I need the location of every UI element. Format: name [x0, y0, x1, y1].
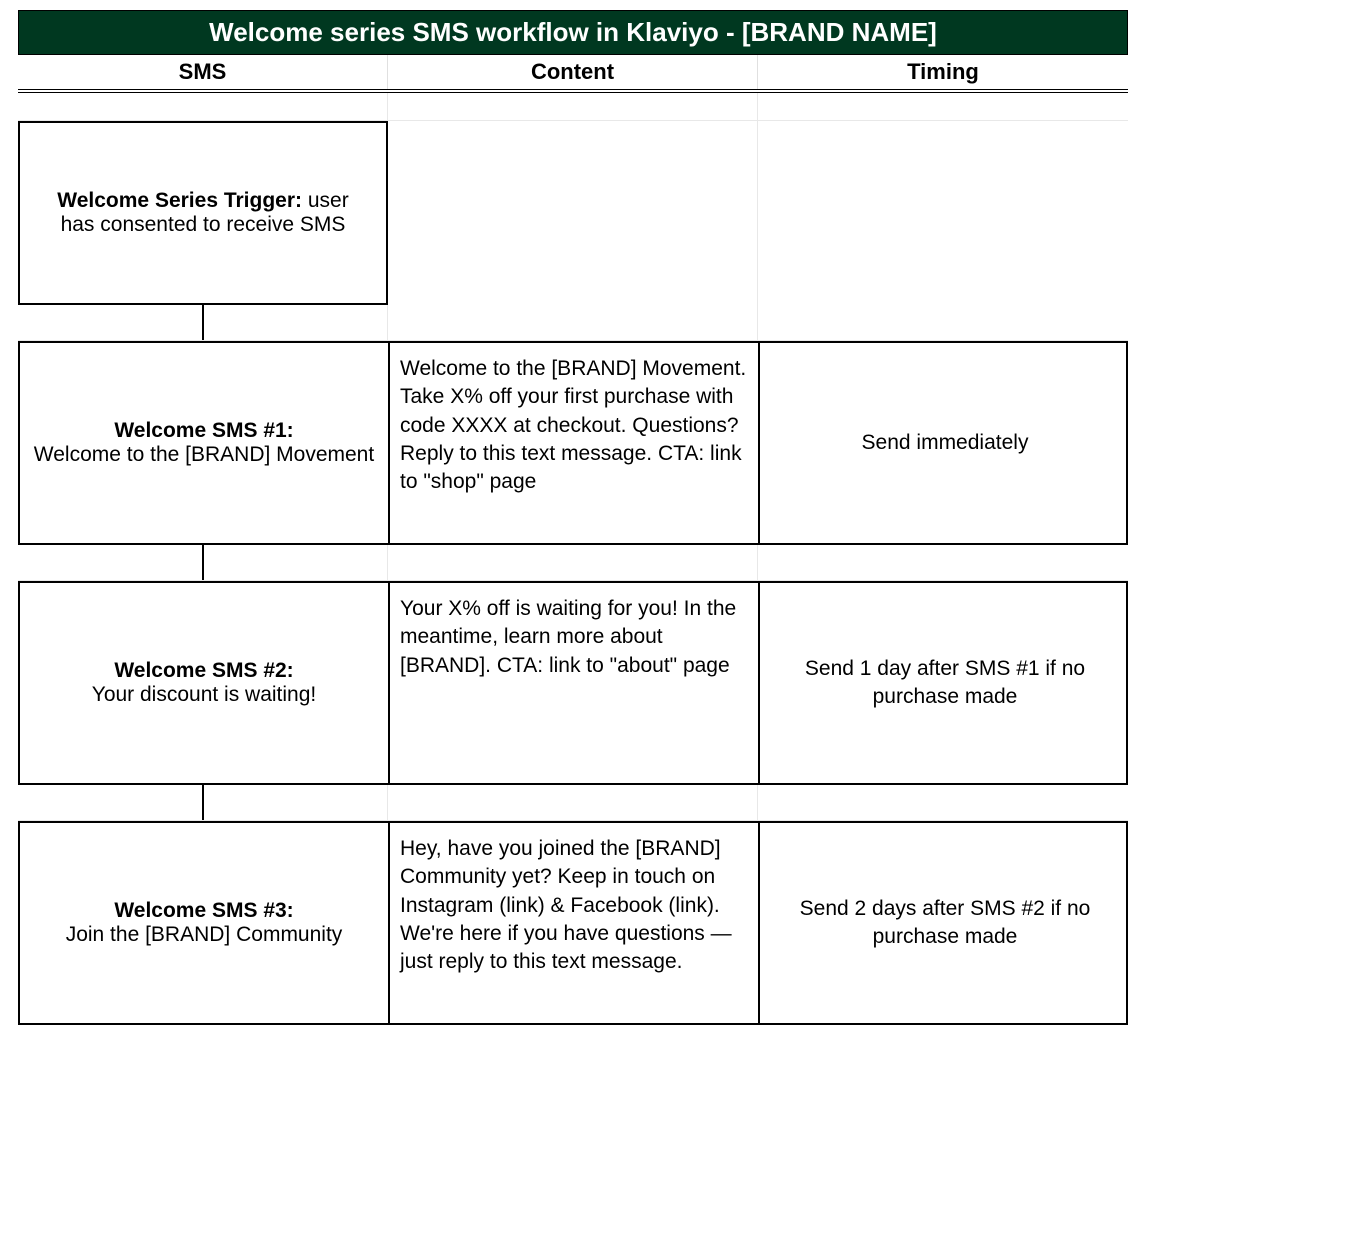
step1-label-bold: Welcome SMS #1: [114, 419, 293, 442]
step3-content: Hey, have you joined the [BRAND] Communi… [390, 823, 760, 1023]
step2-label-text: Your discount is waiting! [92, 683, 317, 706]
step3-timing: Send 2 days after SMS #2 if no purchase … [760, 823, 1130, 1023]
step-row-1: Welcome SMS #1: Welcome to the [BRAND] M… [18, 341, 1128, 545]
step-row-3: Welcome SMS #3: Join the [BRAND] Communi… [18, 821, 1128, 1025]
workflow-title: Welcome series SMS workflow in Klaviyo -… [18, 10, 1128, 55]
trigger-row: Welcome Series Trigger: user has consent… [18, 121, 1128, 305]
step1-label: Welcome SMS #1: Welcome to the [BRAND] M… [20, 343, 390, 543]
step-row-2: Welcome SMS #2: Your discount is waiting… [18, 581, 1128, 785]
column-headers: SMS Content Timing [18, 55, 1128, 93]
connector-3 [18, 785, 1128, 821]
header-content: Content [388, 55, 758, 89]
step2-timing: Send 1 day after SMS #1 if no purchase m… [760, 583, 1130, 783]
step1-label-text: Welcome to the [BRAND] Movement [34, 443, 374, 466]
step2-label: Welcome SMS #2: Your discount is waiting… [20, 583, 390, 783]
trigger-label-bold: Welcome Series Trigger: [57, 189, 302, 212]
step1-timing: Send immediately [760, 343, 1130, 543]
connector-2 [18, 545, 1128, 581]
step2-content: Your X% off is waiting for you! In the m… [390, 583, 760, 783]
trigger-box: Welcome Series Trigger: user has consent… [18, 121, 388, 305]
step3-label: Welcome SMS #3: Join the [BRAND] Communi… [20, 823, 390, 1023]
step3-label-text: Join the [BRAND] Community [66, 923, 343, 946]
step3-label-bold: Welcome SMS #3: [114, 899, 293, 922]
step2-label-bold: Welcome SMS #2: [114, 659, 293, 682]
header-timing: Timing [758, 55, 1128, 89]
connector-1 [18, 305, 1128, 341]
step1-content: Welcome to the [BRAND] Movement. Take X%… [390, 343, 760, 543]
header-sms: SMS [18, 55, 388, 89]
